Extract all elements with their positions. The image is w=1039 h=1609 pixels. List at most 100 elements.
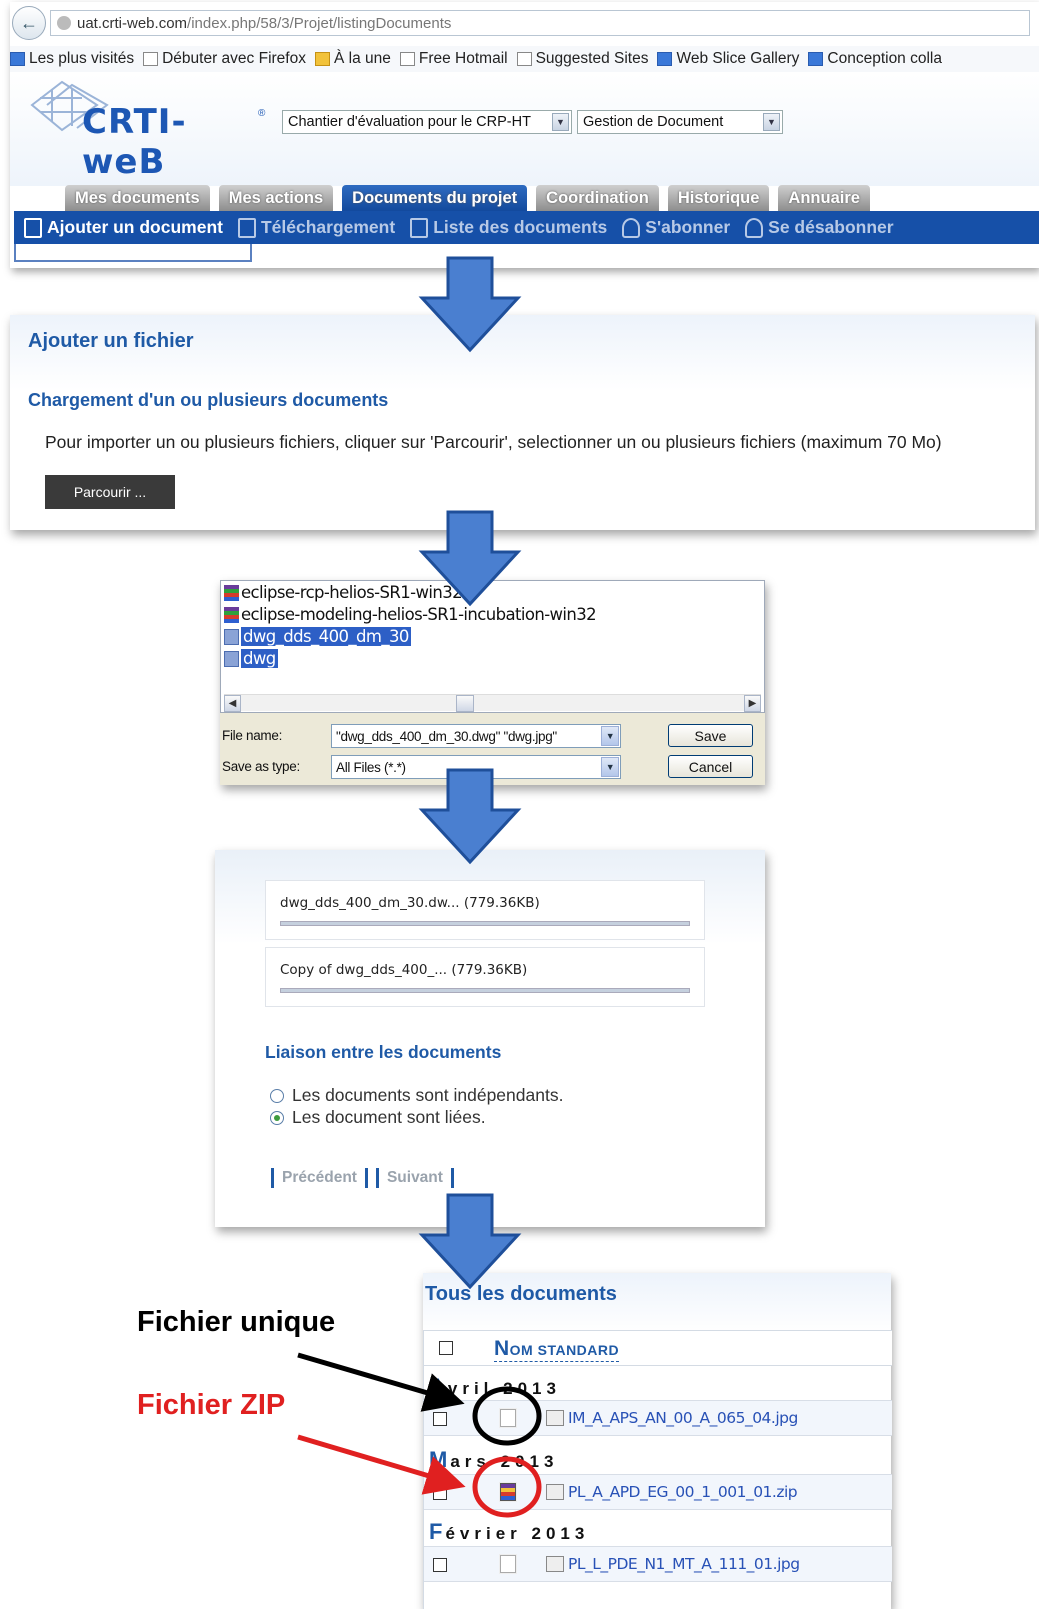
add-document-link[interactable]: Ajouter un document (24, 217, 223, 238)
row-checkbox[interactable] (433, 1486, 447, 1500)
bookmark-label: À la une (333, 50, 391, 67)
documents-table: NOM STANDARD Avril 2013 IM_A_APS_AN_00_A… (423, 1330, 892, 1609)
crti-logo[interactable]: CRTI-weB ® (22, 80, 267, 182)
document-link[interactable]: PL_A_APD_EG_00_1_001_01.zip (568, 1483, 798, 1501)
select-all-checkbox[interactable] (439, 1341, 453, 1355)
module-select[interactable]: Gestion de Document ▼ (577, 110, 783, 134)
download-icon[interactable] (546, 1484, 564, 1500)
bookmark-web-slice[interactable]: Web Slice Gallery (657, 50, 799, 68)
tab-historique[interactable]: Historique (667, 185, 770, 211)
unsubscribe-icon (745, 217, 764, 238)
tab-mes-actions[interactable]: Mes actions (218, 185, 334, 211)
radio-label: Les documents sont indépendants. (292, 1085, 564, 1105)
table-row[interactable]: IM_A_APS_AN_00_A_065_04.jpg (424, 1400, 892, 1436)
document-link[interactable]: IM_A_APS_AN_00_A_065_04.jpg (568, 1409, 798, 1427)
month-header: Mars 2013 (429, 1447, 558, 1473)
documents-title: Tous les documents (425, 1283, 617, 1305)
dwg-file-icon (224, 628, 239, 645)
separator (450, 1168, 454, 1188)
scroll-right-icon[interactable]: ▶ (744, 695, 761, 712)
annotation-zip-file: Fichier ZIP (137, 1389, 286, 1421)
table-header: NOM STANDARD (424, 1330, 892, 1366)
file-name-input[interactable]: "dwg_dds_400_dm_30.dwg" "dwg.jpg" ▼ (331, 724, 621, 748)
bookmark-getting-started[interactable]: Débuter avec Firefox (143, 50, 306, 68)
chevron-down-icon: ▼ (552, 113, 569, 131)
scroll-thumb[interactable] (456, 695, 474, 712)
bookmark-icon (10, 52, 25, 66)
radio-independent[interactable]: Les documents sont indépendants. (270, 1085, 563, 1106)
column-nom-standard[interactable]: NOM STANDARD (494, 1337, 620, 1362)
file-name-value: "dwg_dds_400_dm_30.dwg" "dwg.jpg" (336, 728, 557, 744)
next-link[interactable]: Suivant (387, 1169, 443, 1187)
file-item-selected[interactable]: dwg_dds_400_dm_30 (224, 626, 411, 647)
radio-linked[interactable]: Les document sont liées. (270, 1107, 486, 1128)
tab-documents-du-projet[interactable]: Documents du projet (342, 185, 528, 211)
bookmark-hotmail[interactable]: Free Hotmail (399, 50, 508, 68)
bookmark-headlines[interactable]: À la une (314, 50, 391, 68)
scroll-left-icon[interactable]: ◀ (224, 695, 241, 712)
subnav-label: S'abonner (645, 217, 731, 237)
add-document-icon (24, 217, 42, 238)
table-row[interactable]: PL_L_PDE_N1_MT_A_111_01.jpg (424, 1546, 892, 1582)
tab-coordination[interactable]: Coordination (536, 185, 659, 211)
bookmark-conception[interactable]: Conception colla (808, 50, 942, 68)
image-file-icon (500, 1409, 516, 1427)
download-icon[interactable] (546, 1410, 564, 1426)
radio-button[interactable] (270, 1088, 284, 1103)
annotation-single-file: Fichier unique (137, 1306, 336, 1338)
file-item[interactable]: eclipse-rcp-helios-SR1-win32 (224, 582, 463, 603)
previous-link[interactable]: Précédent (282, 1169, 357, 1187)
page-icon (516, 52, 532, 66)
subnav-label: Ajouter un document (47, 217, 223, 237)
file-dialog: eclipse-rcp-helios-SR1-win32 eclipse-mod… (220, 580, 765, 785)
upload-file-name: dwg_dds_400_dm_30.dw... (779.36KB) (280, 895, 540, 911)
save-type-label: Save as type: (222, 759, 300, 774)
wizard-navigation: Précédent Suivant (263, 1168, 462, 1188)
bookmark-label: Web Slice Gallery (676, 50, 800, 67)
file-name: eclipse-rcp-helios-SR1-win32 (241, 583, 463, 602)
add-file-description: Pour importer un ou plusieurs fichiers, … (45, 432, 942, 452)
url-field[interactable]: uat.crti-web.com /index.php/58/3/Projet/… (50, 10, 1030, 36)
document-link[interactable]: PL_L_PDE_N1_MT_A_111_01.jpg (568, 1555, 800, 1573)
bookmark-label: Débuter avec Firefox (162, 50, 306, 67)
upload-progress-fill (281, 922, 689, 925)
horizontal-scrollbar[interactable]: ◀ ▶ (224, 694, 761, 712)
back-arrow-icon[interactable]: ← (12, 6, 46, 40)
download-icon[interactable] (546, 1556, 564, 1572)
tab-annuaire[interactable]: Annuaire (778, 185, 870, 211)
table-row[interactable]: PL_A_APD_EG_00_1_001_01.zip (424, 1474, 892, 1510)
subscribe-link[interactable]: S'abonner (622, 217, 730, 238)
bookmarks-bar: Les plus visités Débuter avec Firefox À … (10, 46, 1039, 72)
file-name: eclipse-modeling-helios-SR1-incubation-w… (241, 605, 597, 624)
save-button[interactable]: Save (668, 724, 753, 747)
tab-mes-documents[interactable]: Mes documents (65, 185, 210, 211)
cancel-button[interactable]: Cancel (668, 755, 753, 778)
row-checkbox[interactable] (433, 1412, 447, 1426)
radio-button[interactable] (270, 1110, 284, 1125)
download-link[interactable]: Téléchargement (237, 217, 396, 238)
bookmark-label: Free Hotmail (418, 50, 508, 67)
unsubscribe-link[interactable]: Se désabonner (745, 217, 894, 238)
list-icon (410, 217, 429, 238)
download-icon (237, 217, 256, 238)
separator (271, 1168, 274, 1188)
documents-panel: Tous les documents NOM STANDARD Avril 20… (423, 1273, 892, 1609)
document-list-link[interactable]: Liste des documents (410, 217, 607, 238)
month-header: Février 2013 (429, 1519, 589, 1545)
archive-icon (224, 584, 239, 601)
browse-button[interactable]: Parcourir ... (45, 475, 175, 509)
bookmark-suggested-sites[interactable]: Suggested Sites (516, 50, 649, 68)
sub-navigation: Ajouter un document Téléchargement Liste… (14, 211, 1039, 244)
project-select[interactable]: Chantier d'évaluation pour le CRP-HT ▼ (282, 110, 572, 134)
globe-icon (57, 16, 71, 30)
subnav-label: Téléchargement (260, 217, 396, 237)
registered-mark: ® (258, 108, 266, 119)
month-label: ars 2013 (450, 1452, 559, 1471)
file-item[interactable]: eclipse-modeling-helios-SR1-incubation-w… (224, 604, 597, 625)
separator (375, 1168, 379, 1188)
bookmark-most-visited[interactable]: Les plus visités (10, 50, 134, 68)
bookmark-label: Suggested Sites (535, 50, 649, 67)
file-item-selected[interactable]: dwg (224, 648, 278, 669)
row-checkbox[interactable] (433, 1558, 447, 1572)
save-type-select[interactable]: All Files (*.*) ▼ (331, 755, 621, 779)
